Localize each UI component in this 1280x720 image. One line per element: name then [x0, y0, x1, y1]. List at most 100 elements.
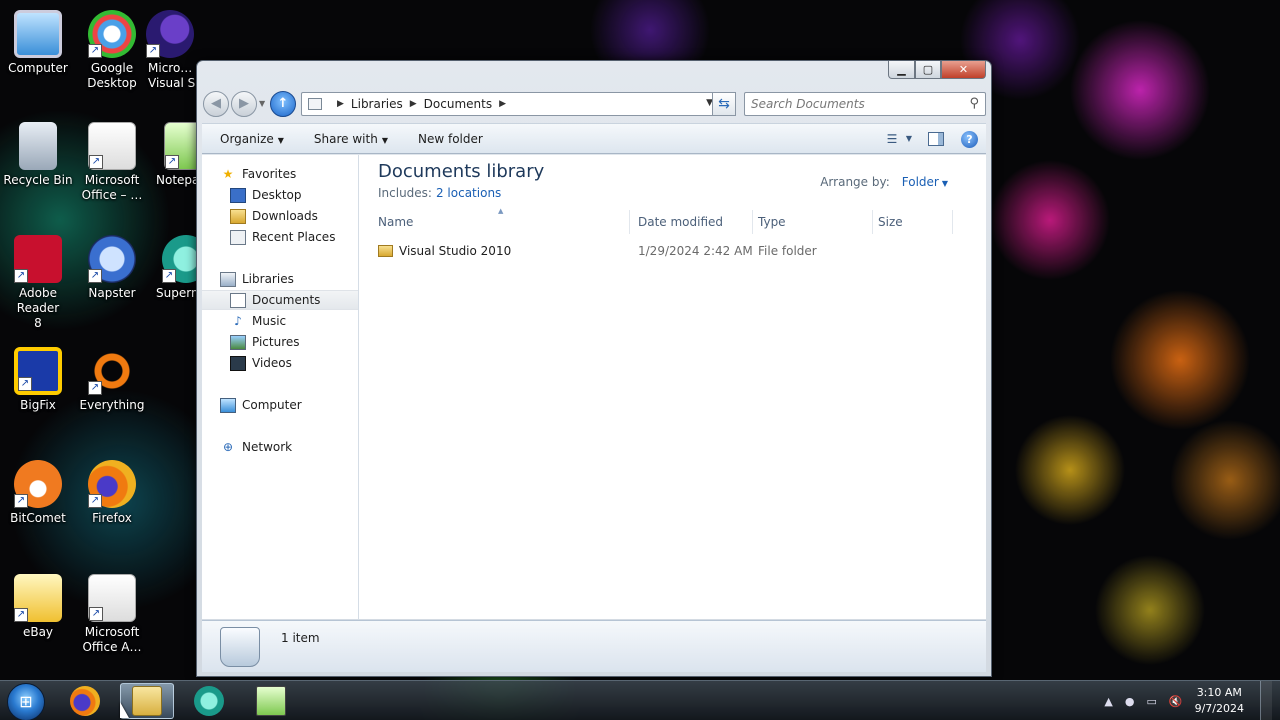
arrange-by-dropdown[interactable]: Folder	[902, 175, 939, 189]
desktop-icon-label: BitComet	[10, 511, 66, 525]
everything-icon: ↗	[88, 347, 136, 395]
desktop-icon-bitcomet[interactable]: ↗ BitComet	[0, 460, 76, 526]
nav-label: Network	[242, 440, 293, 454]
nav-item-documents[interactable]: Documents	[202, 290, 358, 310]
share-with-button[interactable]: Share with ▼	[296, 132, 400, 146]
taskbar-globe-app[interactable]	[182, 683, 236, 719]
bigfix-icon: ↗	[14, 347, 62, 395]
taskbar-firefox[interactable]	[58, 683, 112, 719]
breadcrumb-documents[interactable]: Documents	[424, 97, 492, 111]
nav-item-desktop[interactable]: Desktop	[202, 185, 358, 205]
bitcomet-icon: ↗	[14, 460, 62, 508]
desktop-icon-label: Everything	[79, 398, 145, 412]
nav-item-network[interactable]: ⊕ Network	[202, 437, 358, 457]
file-type-cell: File folder	[758, 244, 817, 258]
organize-button[interactable]: Organize ▼	[202, 132, 296, 146]
nav-item-computer[interactable]: Computer	[202, 395, 358, 415]
nav-item-libraries[interactable]: Libraries	[202, 269, 358, 289]
desktop-icon-google-desktop[interactable]: ↗ Google Desktop	[74, 10, 150, 91]
search-input[interactable]: Search Documents ⚲	[744, 92, 986, 116]
nav-item-pictures[interactable]: Pictures	[202, 332, 358, 352]
refresh-icon[interactable]: ⇆	[712, 92, 736, 116]
desktop-icon-label: Microsoft Office A…	[82, 625, 142, 654]
computer-icon	[220, 397, 236, 413]
taskbar-notepad[interactable]	[244, 683, 298, 719]
preview-pane-icon[interactable]	[925, 128, 947, 150]
desktop-icon-firefox[interactable]: ↗ Firefox	[74, 460, 150, 526]
back-button[interactable]: ◀	[203, 91, 229, 117]
visual-studio-icon: ↗	[146, 10, 194, 58]
office-a-icon: ↗	[88, 574, 136, 622]
nav-item-downloads[interactable]: Downloads	[202, 206, 358, 226]
clock-date: 9/7/2024	[1194, 702, 1244, 715]
column-header-size[interactable]: Size	[873, 210, 953, 234]
nav-item-music[interactable]: ♪ Music	[202, 311, 358, 331]
nav-item-recent-places[interactable]: Recent Places	[202, 227, 358, 247]
chevron-down-icon[interactable]: ▼	[942, 179, 948, 188]
address-bar[interactable]: ▶ Libraries ▶ Documents ▶ ▼ ⇆	[301, 92, 736, 116]
chevron-right-icon[interactable]: ▶	[337, 99, 344, 109]
computer-icon	[14, 10, 62, 58]
column-header-type[interactable]: Type	[753, 210, 873, 234]
volume-muted-icon[interactable]: 🔇	[1169, 695, 1183, 708]
column-header-name[interactable]: Name	[373, 210, 630, 234]
table-row[interactable]: Visual Studio 2010 1/29/2024 2:42 AM Fil…	[373, 241, 966, 261]
desktop-icon-computer[interactable]: Computer	[0, 10, 76, 76]
nav-label: Music	[252, 314, 287, 328]
desktop-icon-notepad[interactable]: ↗ Notepa…	[150, 122, 196, 188]
music-icon: ♪	[234, 313, 242, 328]
breadcrumb-libraries[interactable]: Libraries	[351, 97, 403, 111]
library-includes: Includes: 2 locations	[378, 186, 501, 200]
file-date-cell: 1/29/2024 2:42 AM	[638, 244, 753, 258]
desktop-icon-bigfix[interactable]: ↗ BigFix	[0, 347, 76, 413]
nav-item-favorites[interactable]: ★ Favorites	[202, 164, 358, 184]
desktop-icon-everything[interactable]: ↗ Everything	[74, 347, 150, 413]
change-view-icon[interactable]: ☰	[881, 128, 903, 150]
clock[interactable]: 3:10 AM 9/7/2024	[1195, 685, 1244, 717]
maximize-button[interactable]: ▢	[915, 61, 941, 79]
videos-icon	[230, 355, 246, 371]
show-desktop-button[interactable]	[1260, 681, 1272, 720]
recent-pages-dropdown[interactable]: ▼	[259, 99, 265, 108]
chevron-right-icon[interactable]: ▶	[499, 99, 506, 109]
file-name-cell: Visual Studio 2010	[378, 241, 511, 261]
arrange-by: Arrange by: Folder ▼	[820, 175, 948, 189]
details-pane: 1 item	[202, 620, 986, 672]
forward-button[interactable]: ▶	[231, 91, 257, 117]
nav-item-videos[interactable]: Videos	[202, 353, 358, 373]
superm-icon: ↗	[162, 235, 196, 283]
libraries-icon	[220, 271, 236, 287]
library-documents-icon	[220, 627, 260, 667]
file-name: Visual Studio 2010	[399, 244, 512, 258]
start-button[interactable]: ⊞	[7, 683, 45, 720]
minimize-button[interactable]: ▁	[888, 61, 915, 79]
globe-icon	[194, 686, 224, 716]
desktop-icon-label: Adobe Reader 8	[16, 286, 60, 330]
navigation-pane: ★ Favorites Desktop Downloads Recent Plac…	[202, 155, 359, 619]
desktop-icon-label: Superm…	[156, 286, 196, 300]
network-tray-icon[interactable]: ▭	[1146, 695, 1156, 708]
tray-app-icon[interactable]: ●	[1125, 695, 1135, 708]
nav-label: Computer	[242, 398, 302, 412]
desktop-icon-office-a[interactable]: ↗ Microsoft Office A…	[74, 574, 150, 655]
view-options-chevron-down-icon[interactable]: ▼	[903, 128, 915, 150]
desktop-icon-superm[interactable]: ↗ Superm…	[150, 235, 196, 301]
search-icon[interactable]: ⚲	[969, 96, 979, 111]
desktop-icon-napster[interactable]: ↗ Napster	[74, 235, 150, 301]
windows-explorer-icon	[132, 686, 162, 716]
desktop-icon-adobe-reader[interactable]: ↗ Adobe Reader 8	[0, 235, 76, 331]
nav-label: Favorites	[242, 167, 297, 181]
desktop-icon-visual-studio[interactable]: ↗ Micro… Visual S…	[144, 10, 196, 91]
show-hidden-icons-icon[interactable]: ▲	[1104, 695, 1112, 708]
close-button[interactable]: ✕	[941, 61, 986, 79]
desktop-icon-recycle-bin[interactable]: Recycle Bin	[0, 122, 76, 188]
up-button[interactable]: ↑	[270, 91, 296, 117]
help-icon[interactable]: ?	[961, 130, 978, 148]
chevron-right-icon[interactable]: ▶	[410, 99, 417, 109]
locations-link[interactable]: 2 locations	[436, 186, 501, 200]
new-folder-button[interactable]: New folder	[400, 132, 495, 146]
desktop-icon-office[interactable]: ↗ Microsoft Office – …	[74, 122, 150, 203]
column-header-date-modified[interactable]: Date modified	[633, 210, 753, 234]
firefox-icon: ↗	[88, 460, 136, 508]
desktop-icon-ebay[interactable]: ↗ eBay	[0, 574, 76, 640]
